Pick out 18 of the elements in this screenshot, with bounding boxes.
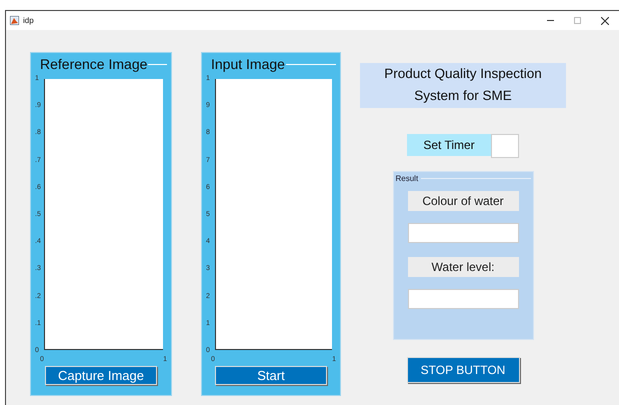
stop-button[interactable]: STOP BUTTON <box>406 357 520 383</box>
panel-title: Reference Image <box>39 56 148 72</box>
window-title: idp <box>23 16 35 25</box>
action-button[interactable]: Capture Image <box>45 366 157 385</box>
timer-field[interactable] <box>491 134 519 158</box>
output-field[interactable] <box>408 223 518 243</box>
field-label: Colour of water <box>408 191 518 211</box>
group-title: Result <box>396 174 420 183</box>
action-button[interactable]: Start <box>215 366 327 385</box>
app-icon <box>10 16 19 25</box>
minimize-icon[interactable] <box>547 20 554 21</box>
close-icon[interactable] <box>601 16 609 24</box>
output-field[interactable] <box>408 289 518 309</box>
panel-title: Input Image <box>210 56 286 72</box>
app-heading: Product Quality Inspection System for SME <box>360 63 566 108</box>
timer-label: Set Timer <box>407 134 491 156</box>
maximize-icon[interactable] <box>574 17 581 24</box>
field-label: Water level: <box>408 257 518 277</box>
